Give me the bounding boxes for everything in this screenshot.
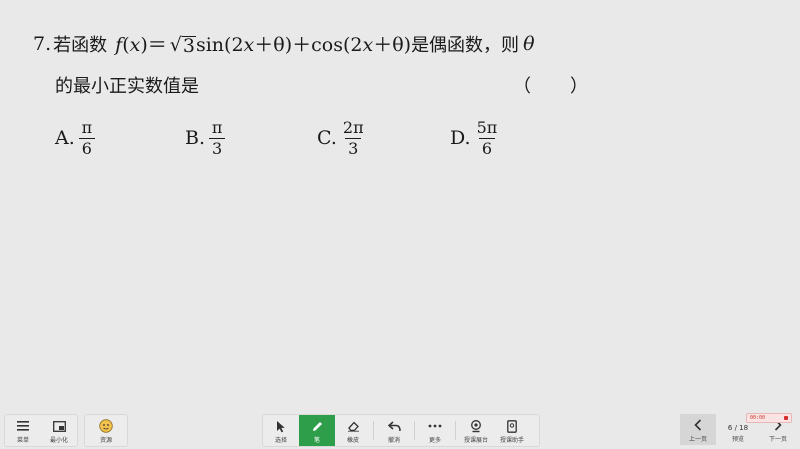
option-a: A. π6 (55, 116, 95, 160)
resource-button[interactable]: 资源 (88, 415, 124, 446)
eraser-tool-button[interactable]: 橡皮 (335, 415, 371, 446)
toolbar-divider (414, 421, 415, 440)
sqrt-symbol: √ 3 (169, 34, 196, 57)
theta-symbol: θ (523, 32, 535, 55)
menu-icon (15, 419, 31, 433)
question-line-2: 的最小正实数值是 （ ） (55, 72, 595, 98)
select-tool-button[interactable]: 选择 (263, 415, 299, 446)
question-line-1: 7. 若函数 f(x)＝ √ 3 sin(2x＋θ)＋cos(2x＋θ) 是偶函数，则… (33, 30, 535, 57)
undo-button[interactable]: 撤消 (376, 415, 412, 446)
recording-time: 00:00 (750, 415, 766, 421)
option-b: B. π3 (185, 116, 226, 160)
more-button[interactable]: 更多 (417, 415, 453, 446)
pen-icon (309, 419, 325, 433)
bottom-toolbar: 菜单 最小化 资源 选择 笔 橡皮 撤消 更多 授课展台 授课助手 上一页 6 … (0, 412, 800, 449)
toolbar-center-group: 选择 笔 橡皮 撤消 更多 授课展台 授课助手 (262, 414, 540, 447)
toolbar-left-group: 菜单 最小化 (4, 414, 78, 447)
slide-canvas[interactable]: 7. 若函数 f(x)＝ √ 3 sin(2x＋θ)＋cos(2x＋θ) 是偶函数，则… (0, 0, 800, 412)
page-indicator: 6 / 18 (727, 424, 749, 432)
question-number: 7. (33, 32, 52, 55)
question-intro: 若函数 (53, 34, 108, 56)
question-clause: 是偶函数，则 (411, 34, 520, 56)
chevron-left-icon (690, 418, 706, 432)
option-a-fraction: π6 (78, 119, 95, 157)
option-c: C. 2π 3 (317, 117, 364, 158)
toolbar-resource-group: 资源 (84, 414, 128, 447)
pen-tool-button[interactable]: 笔 (299, 415, 335, 446)
teaching-assistant-button[interactable]: 授课助手 (494, 415, 530, 446)
cursor-icon (273, 419, 289, 433)
function-expression: f(x)＝ √ 3 sin(2x＋θ)＋cos(2x＋θ) (115, 34, 412, 57)
document-camera-button[interactable]: 授课展台 (458, 415, 494, 446)
option-c-fraction: 2π 3 (342, 117, 364, 158)
toolbar-divider (455, 421, 456, 440)
more-icon (427, 419, 443, 433)
option-d-fraction: 5π 6 (476, 117, 498, 158)
avatar-icon (98, 419, 114, 433)
eraser-icon (345, 419, 361, 433)
record-stop-icon (784, 416, 788, 420)
prev-page-button[interactable]: 上一页 (680, 414, 716, 445)
undo-icon (386, 419, 402, 433)
minimize-icon (51, 419, 67, 433)
phone-icon (504, 419, 520, 433)
camera-icon (468, 419, 484, 433)
option-b-fraction: π3 (209, 119, 226, 157)
recording-indicator[interactable]: 00:00 (746, 413, 792, 423)
toolbar-divider (373, 421, 374, 440)
question-line-2-text: 的最小正实数值是 (55, 76, 199, 97)
minimize-button[interactable]: 最小化 (41, 415, 77, 446)
menu-button[interactable]: 菜单 (5, 415, 41, 446)
option-d: D. 5π 6 (450, 117, 498, 158)
answer-blank: （ ） (513, 76, 589, 97)
